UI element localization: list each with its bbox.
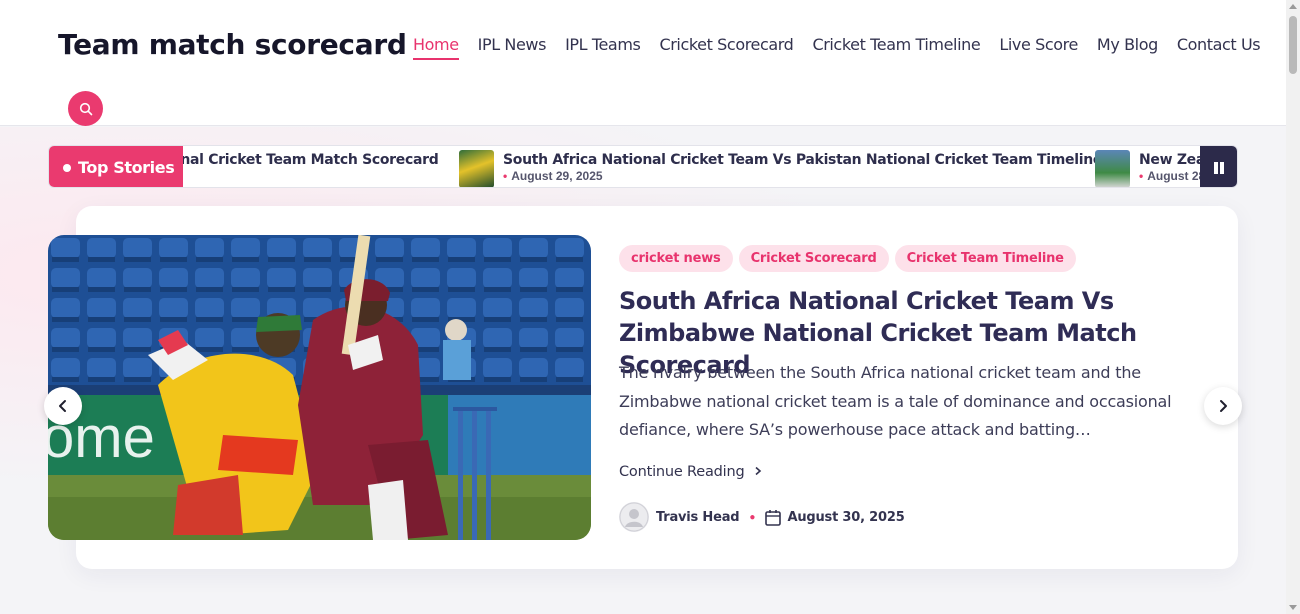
- nav-ipl-news[interactable]: IPL News: [478, 35, 547, 60]
- avatar-icon: [619, 502, 649, 532]
- author-name[interactable]: Travis Head: [656, 510, 740, 525]
- chevron-left-icon: [59, 400, 66, 412]
- chevron-right-icon: [1220, 400, 1227, 412]
- cricket-photo: ome: [48, 235, 591, 540]
- slider-next-button[interactable]: [1204, 387, 1242, 425]
- calendar-icon: [765, 509, 782, 526]
- chevron-right-small-icon: [755, 466, 762, 476]
- scroll-down-arrow[interactable]: [1289, 605, 1297, 610]
- featured-image[interactable]: ome: [48, 235, 591, 540]
- nav-my-blog[interactable]: My Blog: [1097, 35, 1158, 60]
- nav-contact-us[interactable]: Contact Us: [1177, 35, 1261, 60]
- author-avatar[interactable]: [619, 502, 649, 532]
- post-meta: Travis Head ● August 30, 2025: [619, 502, 905, 532]
- continue-reading-link[interactable]: Continue Reading: [619, 464, 763, 480]
- category-tag[interactable]: Cricket Team Timeline: [894, 245, 1076, 272]
- site-title[interactable]: Team match scorecard: [58, 28, 407, 61]
- site-header: Team match scorecard Home IPL News IPL T…: [0, 0, 1286, 126]
- meta-separator: ●: [749, 511, 756, 523]
- pause-icon: [1213, 161, 1224, 174]
- ticker-item[interactable]: New Zea • August 28: [1139, 152, 1203, 187]
- post-date[interactable]: August 30, 2025: [787, 510, 904, 525]
- nav-cricket-team-timeline[interactable]: Cricket Team Timeline: [812, 35, 980, 60]
- nav-live-score[interactable]: Live Score: [999, 35, 1078, 60]
- continue-reading-label: Continue Reading: [619, 464, 745, 480]
- ticker-dot: [63, 163, 71, 172]
- ticker-item[interactable]: onal Cricket Team Match Scorecard: [183, 152, 439, 187]
- scroll-up-arrow[interactable]: [1289, 4, 1297, 9]
- nav-home[interactable]: Home: [413, 35, 459, 60]
- top-stories-ticker: Top Stories onal Cricket Team Match Scor…: [48, 145, 1238, 188]
- ticker-item-title[interactable]: onal Cricket Team Match Scorecard: [183, 152, 439, 168]
- search-icon: [79, 102, 92, 115]
- post-excerpt: The rivalry between the South Africa nat…: [619, 363, 1172, 439]
- search-button[interactable]: [68, 91, 103, 126]
- ticker-item-title[interactable]: South Africa National Cricket Team Vs Pa…: [503, 152, 1102, 168]
- ticker-thumbnail[interactable]: [1095, 150, 1130, 187]
- ticker-thumbnail[interactable]: [459, 150, 494, 187]
- ticker-pause-button[interactable]: [1200, 146, 1237, 187]
- category-tags: cricket news Cricket Scorecard Cricket T…: [619, 245, 1076, 272]
- scroll-thumb[interactable]: [1289, 16, 1297, 74]
- page-scrollbar[interactable]: [1286, 0, 1300, 614]
- ticker-item-date: • August 29, 2025: [503, 169, 603, 183]
- nav-cricket-scorecard[interactable]: Cricket Scorecard: [659, 35, 793, 60]
- ticker-label: Top Stories: [49, 146, 183, 187]
- nav-ipl-teams[interactable]: IPL Teams: [565, 35, 641, 60]
- category-tag[interactable]: Cricket Scorecard: [738, 245, 889, 272]
- ticker-item[interactable]: South Africa National Cricket Team Vs Pa…: [503, 152, 1102, 187]
- ticker-item-title[interactable]: New Zea: [1139, 152, 1203, 168]
- slider-prev-button[interactable]: [44, 387, 82, 425]
- category-tag[interactable]: cricket news: [619, 245, 733, 272]
- ticker-item-date: • August 28: [1139, 169, 1203, 183]
- main-nav: Home IPL News IPL Teams Cricket Scorecar…: [413, 35, 1279, 60]
- ticker-label-text: Top Stories: [78, 158, 175, 177]
- ticker-track: onal Cricket Team Match Scorecard South …: [183, 146, 1203, 187]
